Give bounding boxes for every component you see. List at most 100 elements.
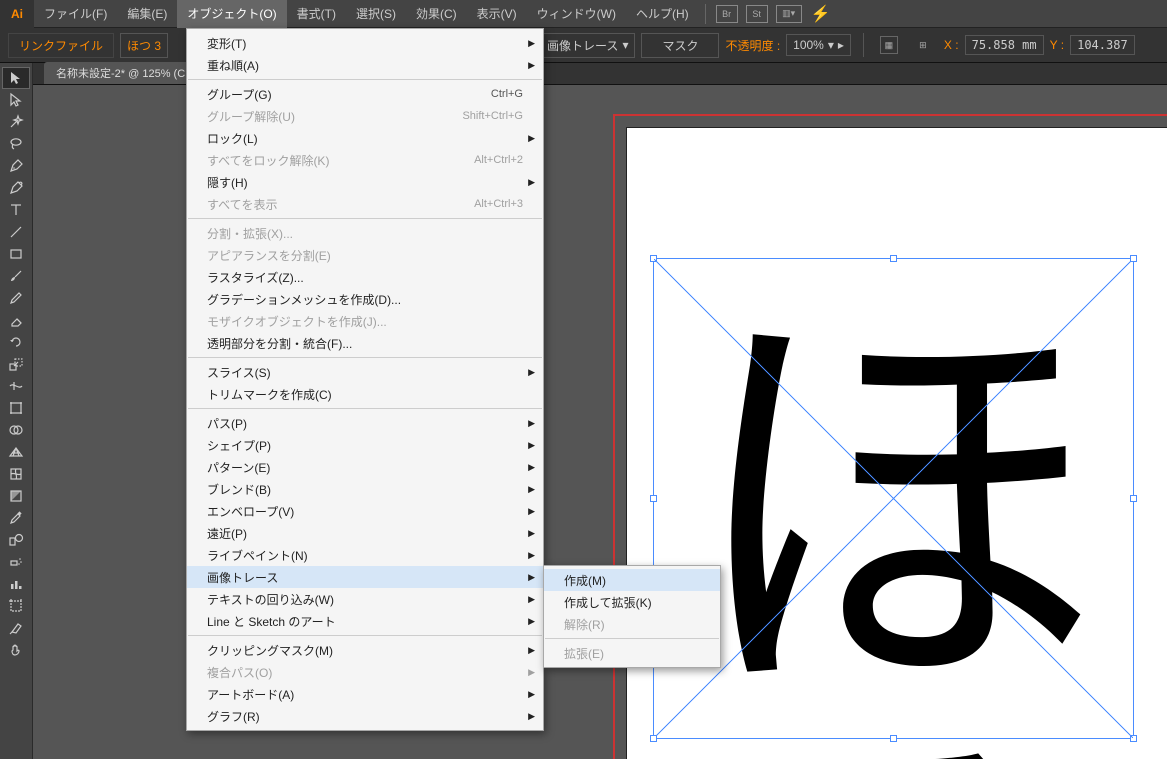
column-graph-tool[interactable] [2,573,30,595]
slice-tool[interactable] [2,617,30,639]
document-tab[interactable]: 名称未設定-2* @ 125% (C [44,62,197,84]
menu-item: 複合パス(O)▶ [187,661,543,683]
control-bar: リンクファイル ほつ 3 画像トレース▾ マスク 不透明度 : 100%▾▸ ▦… [0,28,1167,63]
menu-item[interactable]: 透明部分を分割・統合(F)... [187,332,543,354]
selection-tool[interactable] [2,67,30,89]
menu-item[interactable]: アートボード(A)▶ [187,683,543,705]
menu-item[interactable]: ラスタライズ(Z)... [187,266,543,288]
menu-item[interactable]: 遠近(P)▶ [187,522,543,544]
selection-handle[interactable] [1130,735,1137,742]
pen-tool[interactable] [2,155,30,177]
align-icon[interactable]: ⊞ [912,36,934,54]
menubar-item-2[interactable]: オブジェクト(O) [177,0,286,28]
selection-handle[interactable] [890,735,897,742]
scale-tool[interactable] [2,353,30,375]
menu-item[interactable]: ライブペイント(N)▶ [187,544,543,566]
link-file-label[interactable]: リンクファイル [8,33,114,58]
object-menu[interactable]: 変形(T)▶重ね順(A)▶ グループ(G)Ctrl+Gグループ解除(U)Shift… [186,28,544,731]
eyedropper-tool[interactable] [2,507,30,529]
chevron-right-icon: ▶ [528,550,535,561]
chevron-right-icon: ▶ [528,462,535,473]
menu-item[interactable]: ロック(L)▶ [187,127,543,149]
mask-button[interactable]: マスク [641,33,719,58]
pencil-tool[interactable] [2,287,30,309]
menubar-item-5[interactable]: 効果(C) [406,0,467,28]
paintbrush-tool[interactable] [2,265,30,287]
perspective-grid-tool[interactable] [2,441,30,463]
menubar-item-3[interactable]: 書式(T) [287,0,346,28]
curvature-tool[interactable] [2,177,30,199]
selection-handle[interactable] [650,495,657,502]
chevron-right-icon: ▶ [528,418,535,429]
menu-item[interactable]: パス(P)▶ [187,412,543,434]
direct-selection-tool[interactable] [2,89,30,111]
edit-original[interactable]: ほつ 3 [120,33,168,58]
menu-item: モザイクオブジェクトを作成(J)... [187,310,543,332]
menu-item[interactable]: グラデーションメッシュを作成(D)... [187,288,543,310]
x-pos-input[interactable]: 75.858 mm [965,35,1044,55]
eraser-tool[interactable] [2,309,30,331]
image-trace-submenu[interactable]: 作成(M)作成して拡張(K)解除(R)拡張(E) [543,565,721,668]
submenu-item[interactable]: 作成(M) [544,569,720,591]
menu-item: グループ解除(U)Shift+Ctrl+G [187,105,543,127]
arrange-docs-icon[interactable]: ▥▾ [776,5,802,23]
selection-handle[interactable] [650,255,657,262]
mesh-tool[interactable] [2,463,30,485]
rotate-tool[interactable] [2,331,30,353]
image-trace-dropdown[interactable]: 画像トレース▾ [540,33,635,58]
menu-item[interactable]: エンベロープ(V)▶ [187,500,543,522]
menu-item[interactable]: 隠す(H)▶ [187,171,543,193]
menu-item[interactable]: 画像トレース▶ [187,566,543,588]
menu-item: アピアランスを分割(E) [187,244,543,266]
menu-item[interactable]: パターン(E)▶ [187,456,543,478]
hand-tool[interactable] [2,639,30,661]
chevron-right-icon: ▶ [528,594,535,605]
menu-item[interactable]: ブレンド(B)▶ [187,478,543,500]
artboard-tool[interactable] [2,595,30,617]
menu-item[interactable]: 変形(T)▶ [187,32,543,54]
menu-item[interactable]: 重ね順(A)▶ [187,54,543,76]
y-pos-input[interactable]: 104.387 [1070,35,1135,55]
rectangle-tool[interactable] [2,243,30,265]
selection-handle[interactable] [650,735,657,742]
selection-handle[interactable] [1130,495,1137,502]
selection-handle[interactable] [890,255,897,262]
y-label: Y : [1050,38,1064,52]
gpu-icon[interactable]: ⚡ [810,5,832,23]
chevron-right-icon: ▶ [528,616,535,627]
selection-bounds [653,258,1134,739]
symbol-sprayer-tool[interactable] [2,551,30,573]
menu-item[interactable]: Line と Sketch のアート▶ [187,610,543,632]
menu-item[interactable]: シェイプ(P)▶ [187,434,543,456]
menu-item[interactable]: スライス(S)▶ [187,361,543,383]
bridge-icon[interactable]: Br [716,5,738,23]
submenu-item[interactable]: 作成して拡張(K) [544,591,720,613]
magic-wand-tool[interactable] [2,111,30,133]
lasso-tool[interactable] [2,133,30,155]
shape-builder-tool[interactable] [2,419,30,441]
opacity-input[interactable]: 100%▾▸ [786,34,851,56]
menu-item[interactable]: トリムマークを作成(C) [187,383,543,405]
selection-handle[interactable] [1130,255,1137,262]
menubar-item-1[interactable]: 編集(E) [117,0,177,28]
transform-icon[interactable]: ▦ [880,36,898,54]
width-tool[interactable] [2,375,30,397]
stock-icon[interactable]: St [746,5,768,23]
chevron-right-icon: ▶ [528,60,535,71]
menubar-item-0[interactable]: ファイル(F) [34,0,117,28]
free-transform-tool[interactable] [2,397,30,419]
chevron-right-icon: ▶ [528,38,535,49]
menubar-item-6[interactable]: 表示(V) [467,0,527,28]
submenu-item: 拡張(E) [544,642,720,664]
gradient-tool[interactable] [2,485,30,507]
menu-item[interactable]: クリッピングマスク(M)▶ [187,639,543,661]
menubar-item-7[interactable]: ウィンドウ(W) [527,0,626,28]
menu-item[interactable]: テキストの回り込み(W)▶ [187,588,543,610]
menu-item[interactable]: グループ(G)Ctrl+G [187,83,543,105]
menubar-item-8[interactable]: ヘルプ(H) [626,0,699,28]
type-tool[interactable] [2,199,30,221]
menu-item[interactable]: グラフ(R)▶ [187,705,543,727]
menubar-item-4[interactable]: 選択(S) [346,0,406,28]
line-tool[interactable] [2,221,30,243]
blend-tool[interactable] [2,529,30,551]
